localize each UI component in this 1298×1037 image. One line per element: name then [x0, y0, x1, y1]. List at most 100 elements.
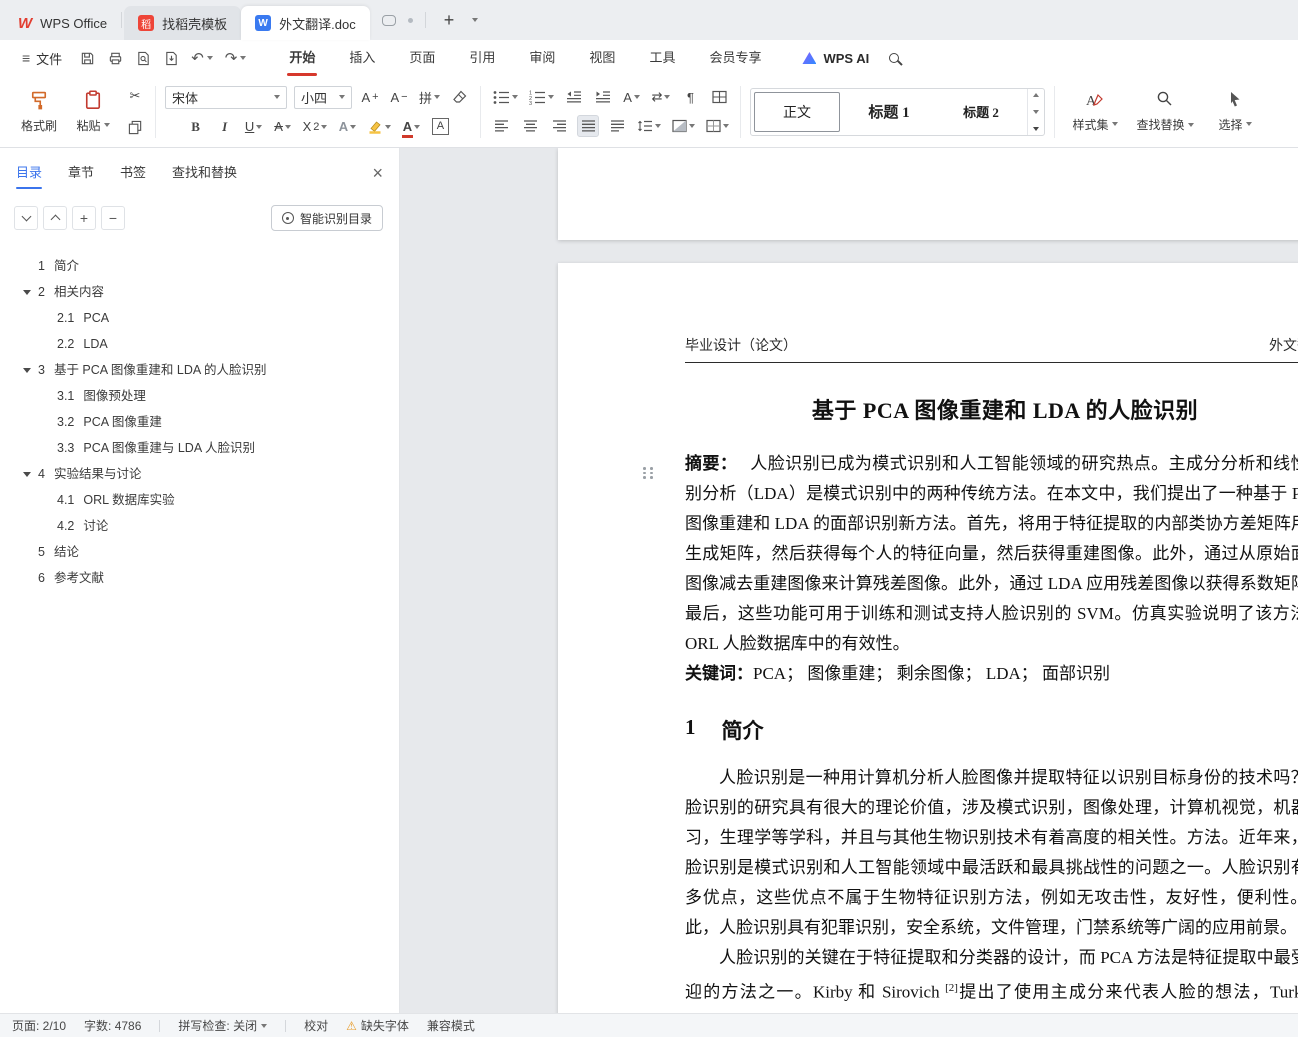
font-name-select[interactable]: 宋体 [165, 85, 287, 109]
bold-button[interactable]: B [185, 116, 207, 138]
toc-item-3.2[interactable]: 3.2 PCA 图像重建 [0, 409, 391, 435]
smart-toc-button[interactable]: 智能识别目录 [270, 205, 383, 231]
print-preview-button[interactable] [136, 51, 151, 66]
increase-font-button[interactable]: A + [359, 86, 381, 108]
toc-item-1[interactable]: 1 简介 [0, 253, 391, 279]
change-case-button[interactable]: A [621, 86, 643, 108]
decrease-indent-button[interactable] [563, 86, 585, 108]
collapse-all-button[interactable]: − [101, 206, 125, 230]
side-panel-tab-书签[interactable]: 书签 [120, 148, 146, 198]
clear-format-button[interactable] [449, 86, 471, 108]
select-button[interactable]: 选择 [1204, 82, 1266, 142]
document-canvas[interactable]: 毕业设计（论文） 外文翻译 基于 PCA 图像重建和 LDA 的人脸识别 摘要：… [400, 148, 1298, 1013]
collapse-triangle-icon[interactable] [23, 368, 31, 373]
style-item-1[interactable]: 标题 1 [843, 89, 935, 135]
format-painter-button[interactable]: 格式刷 [16, 83, 62, 141]
line-spacing-button[interactable] [635, 115, 663, 137]
style-set-button[interactable]: A 样式集 [1064, 82, 1126, 142]
export-pdf-button[interactable] [164, 51, 179, 66]
new-tab-button[interactable]: + [438, 10, 461, 31]
gallery-scroll-down-icon[interactable] [1033, 109, 1040, 114]
gallery-more-icon[interactable] [1033, 126, 1040, 131]
italic-button[interactable]: I [214, 116, 236, 138]
menu-tab-插入[interactable]: 插入 [332, 40, 392, 76]
borders-button[interactable] [704, 115, 731, 137]
toc-item-6[interactable]: 6 参考文献 [0, 565, 391, 591]
next-heading-button[interactable] [14, 206, 38, 230]
highlight-button[interactable] [365, 116, 393, 138]
shading-button[interactable] [670, 115, 697, 137]
redo-caret-icon[interactable] [240, 56, 247, 60]
collapse-triangle-icon[interactable] [23, 472, 31, 477]
missing-font-warning[interactable]: ⚠ 缺失字体 [346, 1017, 409, 1034]
toc-item-2.2[interactable]: 2.2 LDA [0, 331, 391, 357]
print-button[interactable] [108, 51, 123, 66]
tab-docer-templates[interactable]: 稻 找稻壳模板 [124, 6, 242, 40]
font-color-button[interactable]: A [400, 116, 422, 138]
pinyin-guide-button[interactable]: 拼 [417, 86, 442, 108]
align-distribute-button[interactable] [606, 115, 628, 137]
menu-tab-页面[interactable]: 页面 [392, 40, 452, 76]
gallery-scroll-up-icon[interactable] [1033, 92, 1040, 97]
menu-tab-引用[interactable]: 引用 [452, 40, 512, 76]
menu-tab-视图[interactable]: 视图 [572, 40, 632, 76]
spellcheck-toggle[interactable]: 拼写检查: 关闭 [178, 1017, 268, 1034]
side-panel-tab-章节[interactable]: 章节 [68, 148, 94, 198]
file-menu-button[interactable]: ≡ 文件 [14, 49, 70, 68]
compat-mode-indicator[interactable]: 兼容模式 [427, 1017, 475, 1034]
page-2[interactable]: 毕业设计（论文） 外文翻译 基于 PCA 图像重建和 LDA 的人脸识别 摘要：… [558, 263, 1298, 1013]
text-effect-button[interactable]: A [336, 116, 358, 138]
menu-tab-审阅[interactable]: 审阅 [512, 40, 572, 76]
bullet-list-button[interactable] [491, 86, 520, 108]
wps-ai-button[interactable]: WPS AI [802, 51, 869, 66]
page-indicator[interactable]: 页面: 2/10 [12, 1017, 66, 1034]
side-panel-tab-目录[interactable]: 目录 [16, 148, 43, 198]
numbered-list-button[interactable]: 123 [527, 86, 556, 108]
side-panel-tab-查找和替换[interactable]: 查找和替换 [172, 148, 237, 198]
close-panel-button[interactable]: × [372, 164, 383, 182]
toc-item-4[interactable]: 4 实验结果与讨论 [0, 461, 391, 487]
style-item-0[interactable]: 正文 [751, 89, 843, 135]
strikethrough-button[interactable]: A [272, 116, 294, 138]
increase-indent-button[interactable] [592, 86, 614, 108]
font-size-select[interactable]: 小四 [294, 85, 352, 109]
toc-item-3.1[interactable]: 3.1 图像预处理 [0, 383, 391, 409]
word-count[interactable]: 字数: 4786 [84, 1017, 141, 1034]
find-replace-button[interactable]: 查找替换 [1134, 82, 1196, 142]
collapse-triangle-icon[interactable] [23, 290, 31, 295]
proofread-button[interactable]: 校对 [304, 1017, 328, 1034]
undo-caret-icon[interactable] [206, 56, 213, 60]
comment-bubble-icon[interactable] [381, 14, 396, 26]
toc-item-3.3[interactable]: 3.3 PCA 图像重建与 LDA 人脸识别 [0, 435, 391, 461]
menu-tab-会员专享[interactable]: 会员专享 [692, 40, 778, 76]
menu-tab-工具[interactable]: 工具 [632, 40, 692, 76]
cut-button[interactable]: ✂ [124, 85, 146, 107]
paragraph-mark-button[interactable]: ¶ [679, 86, 701, 108]
align-right-button[interactable] [548, 115, 570, 137]
copy-button[interactable] [124, 116, 146, 138]
menu-tab-开始[interactable]: 开始 [272, 40, 332, 76]
search-button[interactable] [885, 47, 903, 70]
paste-button[interactable]: 粘贴 [70, 83, 116, 141]
toc-item-3[interactable]: 3 基于 PCA 图像重建和 LDA 的人脸识别 [0, 357, 391, 383]
char-shading-button[interactable]: A [429, 116, 451, 138]
save-button[interactable] [80, 51, 95, 66]
expand-all-button[interactable]: + [72, 206, 96, 230]
style-item-2[interactable]: 标题 2 [935, 89, 1027, 135]
undo-button[interactable]: ↶ [191, 49, 204, 67]
tab-list-caret-icon[interactable] [472, 18, 479, 22]
decrease-font-button[interactable]: A − [388, 86, 410, 108]
toc-item-4.2[interactable]: 4.2 讨论 [0, 513, 391, 539]
align-left-button[interactable] [490, 115, 512, 137]
toc-item-4.1[interactable]: 4.1 ORL 数据库实验 [0, 487, 391, 513]
toc-item-2.1[interactable]: 2.1 PCA [0, 305, 391, 331]
table-grid-button[interactable] [708, 86, 730, 108]
toc-item-2[interactable]: 2 相关内容 [0, 279, 391, 305]
text-direction-button[interactable]: ⇄ [650, 86, 673, 108]
superscript-button[interactable]: X2 [301, 116, 330, 138]
tab-wps-office[interactable]: W WPS Office [4, 6, 121, 40]
underline-button[interactable]: U [243, 116, 265, 138]
redo-button[interactable]: ↷ [225, 49, 238, 67]
align-justify-button[interactable] [577, 115, 600, 137]
paragraph-drag-handle-icon[interactable] [642, 467, 654, 479]
